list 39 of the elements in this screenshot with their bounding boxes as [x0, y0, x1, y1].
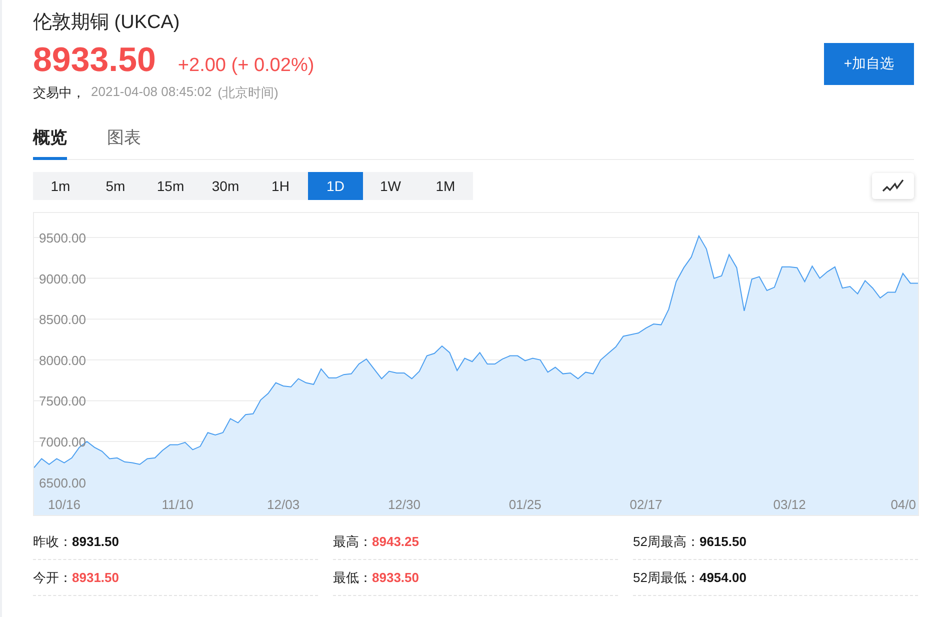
trading-status: 交易中， — [33, 84, 85, 102]
stat-value: 9615.50 — [699, 534, 746, 549]
last-price: 8933.50 — [33, 40, 156, 80]
x-axis-label: 12/30 — [388, 497, 420, 512]
x-axis-label: 04/0 — [890, 497, 916, 512]
x-axis-label: 03/12 — [773, 497, 806, 512]
stat-label: 最低： — [333, 568, 372, 586]
y-axis-label: 8500.00 — [39, 312, 86, 328]
y-axis-label: 8000.00 — [39, 352, 86, 368]
x-axis-label: 01/25 — [508, 497, 542, 512]
stat-value: 8931.50 — [72, 534, 119, 549]
stat-value: 8933.50 — [372, 570, 419, 585]
x-axis-label: 02/17 — [630, 497, 662, 512]
stat-label: 今开： — [33, 568, 72, 586]
y-axis-label: 6500.00 — [39, 475, 86, 490]
x-axis-label: 12/03 — [267, 497, 300, 512]
y-axis-label: 7500.00 — [39, 394, 86, 409]
price-change: +2.00 (+ 0.02%) — [178, 55, 314, 77]
x-axis-label: 10/16 — [48, 497, 80, 512]
y-axis-label: 9000.00 — [39, 271, 86, 286]
line-chart-icon — [882, 179, 904, 193]
chart-type-button[interactable] — [872, 173, 914, 199]
timestamp: 2021-04-08 08:45:02 — [91, 84, 212, 101]
tab[interactable]: 概览 — [33, 120, 67, 160]
period-button[interactable]: 1D — [308, 172, 363, 200]
tab[interactable]: 图表 — [107, 120, 141, 160]
stat-value: 8931.50 — [72, 570, 119, 585]
stat-value: 4954.00 — [699, 570, 746, 585]
stat-label: 昨收： — [33, 532, 72, 550]
y-axis-label: 9500.00 — [39, 230, 86, 246]
stat-label: 52周最高： — [633, 532, 700, 550]
y-axis-label: 7000.00 — [39, 434, 86, 450]
stat-label: 最高： — [333, 532, 372, 550]
stat-label: 52周最低： — [633, 568, 700, 586]
timezone: (北京时间) — [218, 84, 278, 102]
instrument-title: 伦敦期铜 (UKCA) — [33, 11, 181, 35]
add-watchlist-button[interactable]: +加自选 — [824, 43, 914, 85]
x-axis-label: 11/10 — [162, 497, 194, 512]
stat-value: 8943.25 — [372, 534, 419, 549]
